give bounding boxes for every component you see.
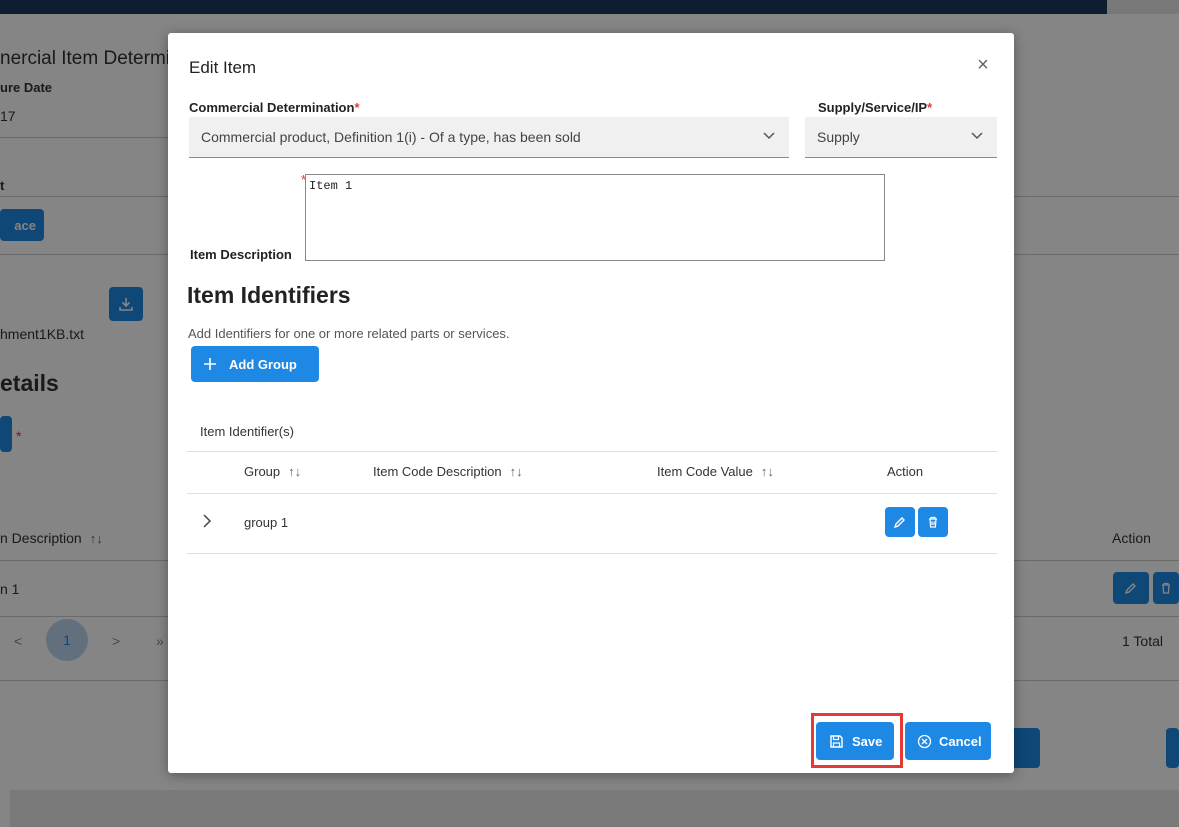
item-description-label: Item Description [190, 247, 292, 262]
commercial-determination-select[interactable]: Commercial product, Definition 1(i) - Of… [189, 117, 789, 158]
commercial-determination-value: Commercial product, Definition 1(i) - Of… [201, 129, 581, 145]
item-identifiers-table-caption: Item Identifier(s) [200, 424, 294, 439]
close-icon[interactable]: × [973, 55, 993, 75]
cancel-label: Cancel [939, 733, 982, 749]
dialog-title: Edit Item [189, 58, 257, 77]
commercial-determination-label: Commercial Determination* [189, 100, 360, 115]
item-identifiers-helper: Add Identifiers for one or more related … [188, 326, 510, 341]
column-header-item-code-description[interactable]: Item Code Description ↑↓ [373, 464, 523, 479]
supply-service-ip-select[interactable]: Supply [805, 117, 997, 158]
plus-icon [204, 358, 216, 370]
sort-icon: ↑↓ [760, 464, 774, 479]
item-identifiers-heading: Item Identifiers [187, 282, 351, 308]
chevron-right-icon[interactable] [201, 514, 213, 528]
column-header-action: Action [887, 464, 924, 479]
cancel-button[interactable]: Cancel [905, 722, 991, 760]
item-description-textarea[interactable]: Item 1 [305, 174, 885, 261]
background-footer-strip [10, 790, 1179, 827]
edit-item-dialog: Edit Item × Commercial Determination* Co… [168, 33, 1014, 773]
supply-service-ip-label: Supply/Service/IP* [818, 100, 933, 115]
table-divider [187, 553, 997, 554]
table-divider [187, 451, 997, 452]
column-header-item-code-value[interactable]: Item Code Value ↑↓ [657, 464, 774, 479]
pencil-icon [893, 517, 905, 529]
row-group-cell: group 1 [244, 515, 289, 530]
save-button-highlight [811, 713, 903, 768]
sort-icon: ↑↓ [509, 464, 523, 479]
chevron-down-icon [763, 132, 775, 140]
add-group-label: Add Group [229, 356, 297, 372]
delete-group-button[interactable] [918, 507, 948, 537]
chevron-down-icon [971, 132, 983, 140]
sort-icon: ↑↓ [288, 464, 302, 479]
add-group-button[interactable]: Add Group [191, 346, 319, 382]
supply-service-ip-value: Supply [817, 129, 860, 145]
cancel-circle-icon [917, 734, 932, 748]
trash-icon [929, 516, 937, 528]
edit-group-button[interactable] [885, 507, 915, 537]
table-divider [187, 493, 997, 494]
column-header-group[interactable]: Group ↑↓ [244, 464, 301, 479]
